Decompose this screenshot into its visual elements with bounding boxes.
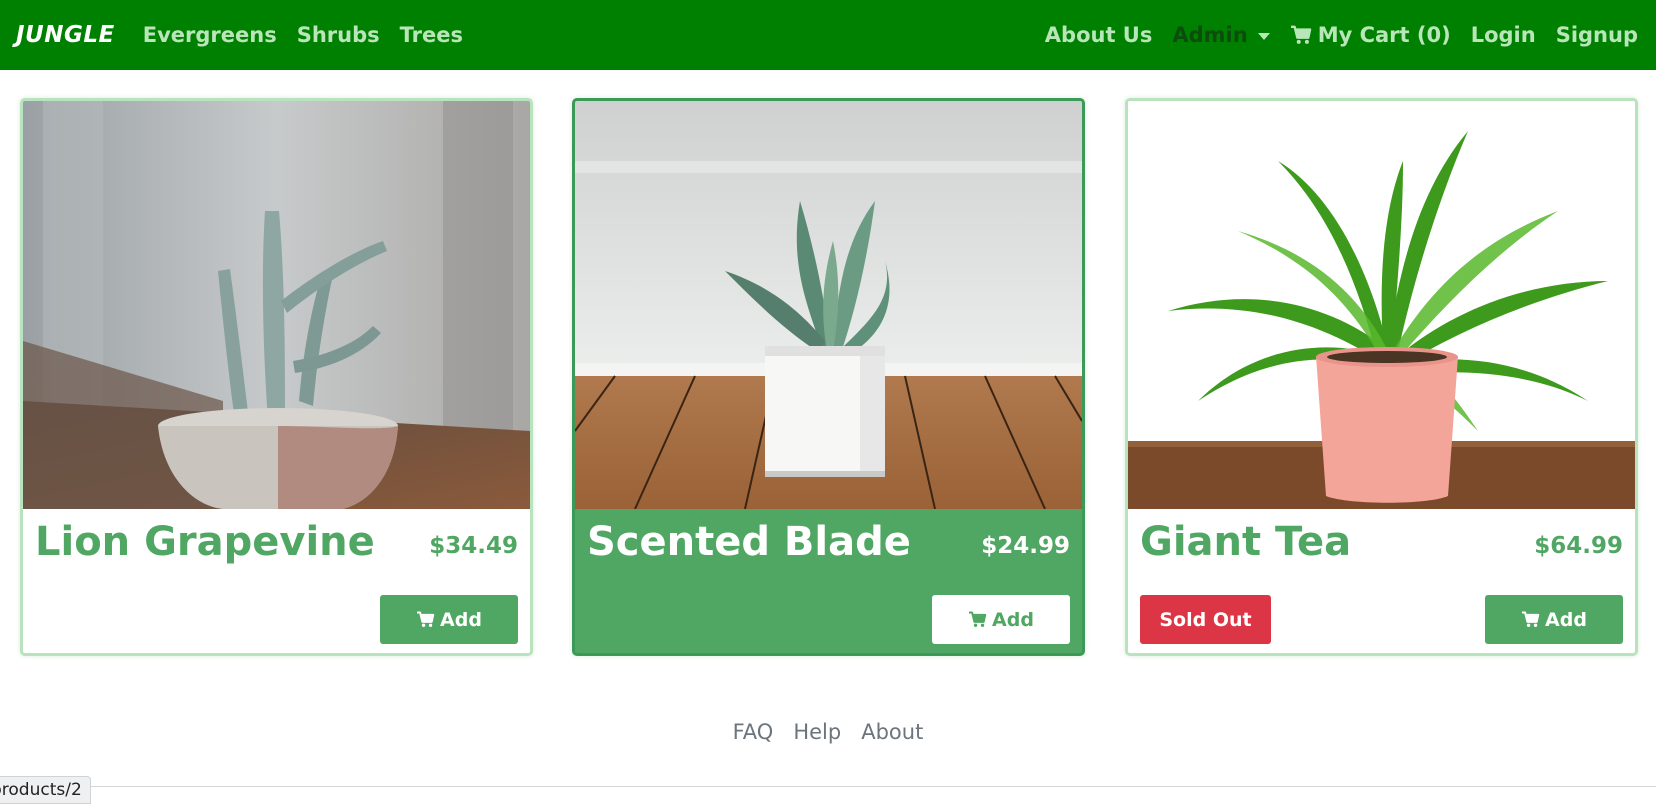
- add-button-label: Add: [992, 608, 1034, 631]
- status-url: products/2: [0, 780, 82, 800]
- navbar: JUNGLE Evergreens Shrubs Trees About Us …: [0, 0, 1656, 70]
- footer-link-faq[interactable]: FAQ: [733, 720, 774, 744]
- chevron-down-icon: [1257, 32, 1270, 40]
- nav-link-evergreens[interactable]: Evergreens: [143, 23, 277, 47]
- nav-link-login[interactable]: Login: [1471, 23, 1536, 47]
- divider: [90, 786, 1656, 787]
- footer-link-help[interactable]: Help: [793, 720, 841, 744]
- nav-right: About Us Admin My Cart (0) Login Signup: [1025, 23, 1638, 47]
- product-card-giant-tea[interactable]: Giant Tea $64.99 Sold Out Add: [1125, 98, 1638, 656]
- nav-link-trees[interactable]: Trees: [400, 23, 463, 47]
- add-button-label: Add: [440, 608, 482, 631]
- add-to-cart-button[interactable]: Add: [932, 595, 1070, 644]
- footer-link-about[interactable]: About: [861, 720, 923, 744]
- product-name[interactable]: Lion Grapevine: [35, 519, 375, 565]
- product-grid: Lion Grapevine $34.49 Add Scented Blade …: [20, 98, 1638, 658]
- product-image-succulent[interactable]: [575, 101, 1082, 509]
- product-name[interactable]: Giant Tea: [1140, 519, 1351, 565]
- product-image-fern[interactable]: [1128, 101, 1635, 509]
- cart-icon: [417, 611, 435, 627]
- footer: FAQ Help About: [0, 720, 1656, 744]
- product-card-lion-grapevine[interactable]: Lion Grapevine $34.49 Add: [20, 98, 533, 656]
- nav-left: Evergreens Shrubs Trees: [143, 23, 483, 47]
- product-price: $64.99: [1534, 533, 1623, 559]
- product-name[interactable]: Scented Blade: [587, 519, 911, 565]
- link-status-bar: products/2: [0, 776, 91, 804]
- nav-link-cart[interactable]: My Cart (0): [1290, 23, 1451, 47]
- add-button-label: Add: [1545, 608, 1587, 631]
- cart-icon: [1290, 25, 1311, 44]
- product-image-cactus[interactable]: [23, 101, 530, 509]
- product-price: $34.49: [429, 533, 518, 559]
- product-price: $24.99: [981, 533, 1070, 559]
- cart-icon: [969, 611, 987, 627]
- nav-link-shrubs[interactable]: Shrubs: [297, 23, 380, 47]
- brand-logo[interactable]: JUNGLE: [16, 22, 115, 48]
- sold-out-badge: Sold Out: [1140, 595, 1271, 644]
- add-to-cart-button[interactable]: Add: [1485, 595, 1623, 644]
- nav-link-signup[interactable]: Signup: [1556, 23, 1638, 47]
- add-to-cart-button[interactable]: Add: [380, 595, 518, 644]
- product-card-scented-blade[interactable]: Scented Blade $24.99 Add: [572, 98, 1085, 656]
- nav-link-about-us[interactable]: About Us: [1045, 23, 1153, 47]
- cart-icon: [1522, 611, 1540, 627]
- admin-dropdown[interactable]: Admin: [1172, 23, 1270, 47]
- admin-label: Admin: [1172, 23, 1248, 47]
- cart-label: My Cart (0): [1317, 23, 1451, 47]
